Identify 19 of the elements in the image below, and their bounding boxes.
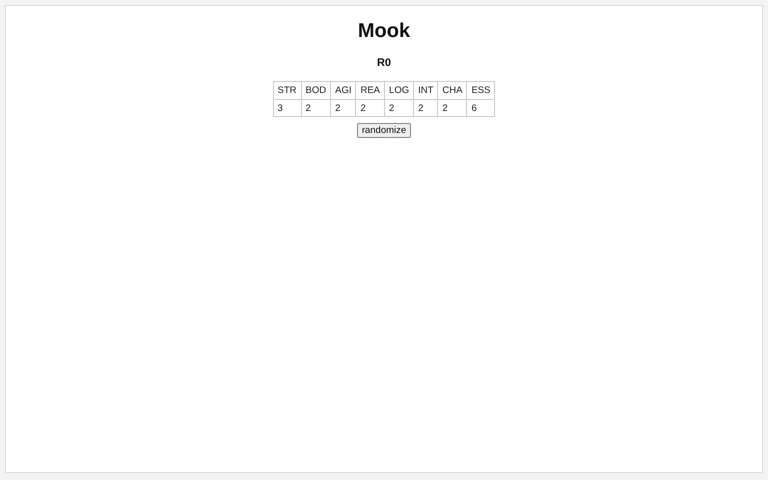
randomize-button[interactable]: randomize bbox=[356, 123, 412, 138]
table-cell: 2 bbox=[330, 100, 356, 116]
column-header: ESS bbox=[466, 82, 495, 100]
column-header: REA bbox=[356, 82, 385, 100]
rank-heading: R0 bbox=[376, 56, 392, 70]
column-header: LOG bbox=[384, 82, 414, 100]
table-cell: 2 bbox=[356, 100, 385, 116]
table-cell: 2 bbox=[438, 100, 467, 116]
column-header: STR bbox=[273, 82, 302, 100]
column-header: BOD bbox=[301, 82, 331, 100]
table-cell: 2 bbox=[414, 100, 438, 116]
table-cell: 2 bbox=[384, 100, 414, 116]
table-cell: 6 bbox=[466, 100, 495, 116]
column-header: AGI bbox=[330, 82, 356, 100]
table-cell: 2 bbox=[301, 100, 331, 116]
column-header: INT bbox=[414, 82, 438, 100]
page-title: Mook bbox=[358, 19, 410, 43]
table-cell: 3 bbox=[273, 100, 302, 116]
column-header: CHA bbox=[438, 82, 467, 100]
